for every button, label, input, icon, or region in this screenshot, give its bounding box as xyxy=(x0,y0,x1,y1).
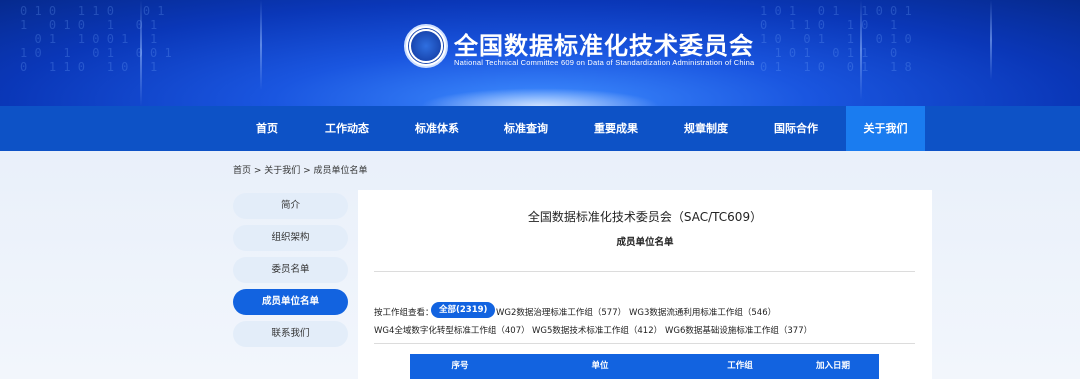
main-panel: 全国数据标准化技术委员会（SAC/TC609） 成员单位名单 按工作组查看： 全… xyxy=(358,190,932,379)
light-streak xyxy=(140,0,142,106)
banner-glow xyxy=(420,88,660,106)
table-header: 序号 单位 工作组 加入日期 xyxy=(410,354,879,379)
filter-all[interactable]: 全部(2319) xyxy=(431,302,496,318)
sidebar-item-intro[interactable]: 简介 xyxy=(233,193,348,219)
filter-wg5[interactable]: WG5数据技术标准工作组（412） xyxy=(532,324,662,336)
light-streak xyxy=(990,0,992,80)
light-streak xyxy=(260,0,262,90)
nav-item-international[interactable]: 国际合作 xyxy=(761,106,831,151)
divider xyxy=(374,271,915,272)
column-header-workgroup[interactable]: 工作组 xyxy=(710,354,770,379)
banner-decoration: 0 1 0 1 1 0 0 1 1 0 1 0 1 0 1 0 1 1 0 0 … xyxy=(20,4,172,74)
page-title: 全国数据标准化技术委员会（SAC/TC609） xyxy=(527,210,763,224)
site-title: 全国数据标准化技术委员会 xyxy=(454,32,754,60)
filter-wg3[interactable]: WG3数据流通利用标准工作组（546） xyxy=(629,306,776,318)
column-header-index[interactable]: 序号 xyxy=(430,354,490,379)
sidebar-item-contact[interactable]: 联系我们 xyxy=(233,321,348,347)
filter-wg4[interactable]: WG4全域数字化转型标准工作组（407） xyxy=(374,324,530,336)
filter-label: 按工作组查看： xyxy=(374,308,434,318)
nav-item-regulations[interactable]: 规章制度 xyxy=(671,106,741,151)
nav-item-about-us[interactable]: 关于我们 xyxy=(846,106,925,151)
filter-wg2[interactable]: WG2数据治理标准工作组（577） xyxy=(496,306,626,318)
nav-item-home[interactable]: 首页 xyxy=(234,106,300,151)
site-subtitle: National Technical Committee 609 on Data… xyxy=(454,58,755,67)
column-header-join-date[interactable]: 加入日期 xyxy=(800,354,866,379)
nav-item-standard-query[interactable]: 标准查询 xyxy=(491,106,561,151)
breadcrumb: 首页 > 关于我们 > 成员单位名单 xyxy=(233,166,368,176)
committee-seal-icon[interactable] xyxy=(404,24,448,68)
page-subtitle: 成员单位名单 xyxy=(616,237,674,248)
main-nav: 首页 工作动态 标准体系 标准查询 重要成果 规章制度 国际合作 关于我们 xyxy=(0,106,1080,151)
filter-wg6[interactable]: WG6数据基础设施标准工作组（377） xyxy=(665,324,812,336)
nav-item-achievements[interactable]: 重要成果 xyxy=(581,106,651,151)
header-banner: 0 1 0 1 1 0 0 1 1 0 1 0 1 0 1 0 1 1 0 0 … xyxy=(0,0,1080,106)
light-streak xyxy=(860,0,862,100)
sidebar-item-member-units[interactable]: 成员单位名单 xyxy=(233,289,348,315)
sidebar-item-organization[interactable]: 组织架构 xyxy=(233,225,348,251)
nav-item-news[interactable]: 工作动态 xyxy=(312,106,382,151)
banner-decoration-right: 1 0 1 0 1 1 0 0 1 0 1 1 0 1 0 1 1 0 0 1 … xyxy=(760,4,912,74)
sidebar-item-members[interactable]: 委员名单 xyxy=(233,257,348,283)
nav-item-standard-system[interactable]: 标准体系 xyxy=(402,106,472,151)
divider xyxy=(374,343,915,344)
column-header-unit[interactable]: 单位 xyxy=(570,354,630,379)
